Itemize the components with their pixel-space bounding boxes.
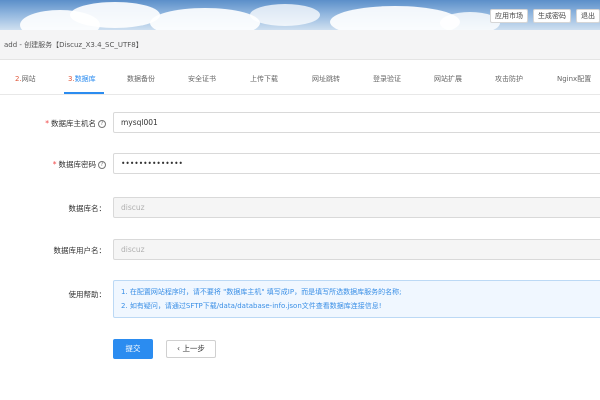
- tab-url-redirect[interactable]: 网址跳转: [312, 74, 340, 84]
- tab-ssl-certificate[interactable]: 安全证书: [188, 74, 216, 84]
- help-line-1: 1. 在配置网站程序时，请不要将 "数据库主机" 填写成IP，而是填写所选数据库…: [121, 288, 402, 296]
- tab-site-extension[interactable]: 网站扩展: [434, 74, 462, 84]
- help-label: 使用帮助：: [68, 290, 107, 299]
- tab-login-verification[interactable]: 登录验证: [373, 74, 401, 84]
- header-background: 应用市场 生成密码 退出: [0, 0, 600, 30]
- tab-nginx-config[interactable]: Nginx配置: [557, 74, 591, 84]
- required-marker: *: [45, 119, 49, 128]
- tab-step-number: 3.: [68, 75, 75, 83]
- submit-button[interactable]: 提交: [113, 339, 153, 359]
- required-marker: *: [52, 160, 57, 169]
- tab-bar: 2.网站 3.数据库 数据备份 安全证书 上传下载 网址跳转 登录验证 网站扩展…: [0, 74, 600, 92]
- db-host-label-text: 数据库主机名: [51, 119, 96, 128]
- db-name-label: 数据库名：: [68, 204, 107, 213]
- db-user-input: discuz: [113, 239, 600, 260]
- help-notice: 1. 在配置网站程序时，请不要将 "数据库主机" 填写成IP，而是填写所选数据库…: [113, 280, 600, 318]
- db-host-label: * 数据库主机名?: [45, 118, 106, 129]
- tab-website[interactable]: 2.网站: [15, 74, 36, 84]
- db-name-input: discuz: [113, 197, 600, 218]
- tab-data-backup[interactable]: 数据备份: [127, 74, 155, 84]
- logout-button[interactable]: 退出: [576, 9, 600, 23]
- breadcrumb: add - 创建服务【Discuz_X3.4_SC_UTF8】: [0, 30, 600, 60]
- tab-divider: [0, 94, 600, 95]
- chevron-left-icon: ‹: [177, 344, 181, 353]
- tab-database[interactable]: 3.数据库: [68, 74, 96, 84]
- tab-label: 数据库: [74, 75, 96, 83]
- db-password-input[interactable]: ••••••••••••••: [113, 153, 600, 174]
- db-password-label: * 数据库密码?: [53, 159, 106, 170]
- question-circle-icon[interactable]: ?: [98, 120, 106, 128]
- previous-step-button[interactable]: ‹ 上一步: [166, 340, 216, 358]
- top-button-group: 应用市场 生成密码 退出: [490, 9, 600, 23]
- db-password-label-text: 数据库密码: [58, 160, 97, 169]
- tab-attack-protection[interactable]: 攻击防护: [495, 74, 523, 84]
- generate-password-button[interactable]: 生成密码: [533, 9, 571, 23]
- question-circle-icon[interactable]: ?: [98, 161, 106, 169]
- previous-step-label: 上一步: [182, 344, 205, 353]
- app-market-button[interactable]: 应用市场: [490, 9, 528, 23]
- db-host-input[interactable]: mysql001: [113, 112, 600, 133]
- help-line-2: 2. 如有疑问，请通过SFTP下载/data/database-info.jso…: [121, 302, 382, 310]
- tab-step-number: 2.: [15, 75, 22, 83]
- tab-label: 网站: [21, 75, 36, 83]
- db-user-label: 数据库用户名：: [53, 246, 107, 255]
- tab-upload-download[interactable]: 上传下载: [250, 74, 278, 84]
